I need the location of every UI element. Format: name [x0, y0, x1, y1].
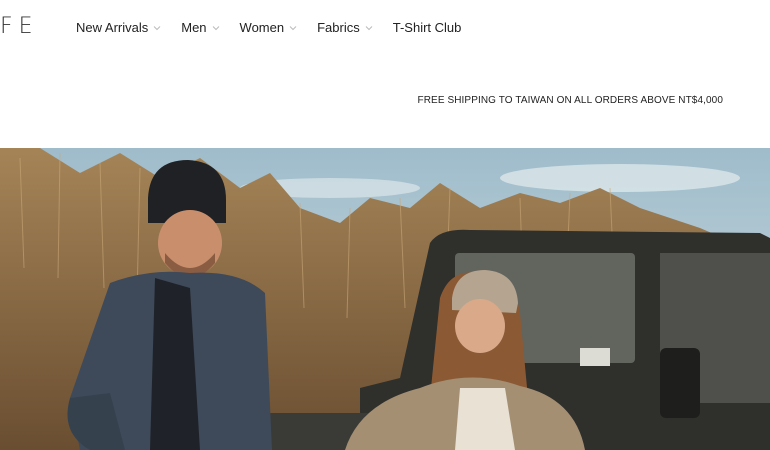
nav-item-label: Men [181, 20, 207, 35]
nav-item-women[interactable]: Women [240, 20, 298, 35]
hero-illustration [0, 148, 770, 450]
nav-item-men[interactable]: Men [181, 20, 219, 35]
chevron-down-icon [365, 24, 373, 32]
nav-item-label: New Arrivals [76, 20, 149, 35]
chevron-down-icon [212, 24, 220, 32]
nav-item-label: Women [239, 20, 285, 35]
nav-item-label: T-Shirt Club [392, 20, 462, 35]
brand-logo[interactable]: FE [0, 14, 39, 39]
chevron-down-icon [153, 24, 161, 32]
main-navigation: New Arrivals Men Women Fabrics T-Shirt C… [76, 20, 481, 35]
nav-item-t-shirt-club[interactable]: T-Shirt Club [393, 20, 462, 35]
nav-item-label: Fabrics [317, 20, 360, 35]
nav-item-fabrics[interactable]: Fabrics [317, 20, 373, 35]
nav-item-new-arrivals[interactable]: New Arrivals [76, 20, 161, 35]
chevron-down-icon [289, 24, 297, 32]
free-shipping-banner: FREE SHIPPING TO TAIWAN ON ALL ORDERS AB… [417, 95, 723, 106]
hero-photo[interactable] [0, 148, 770, 450]
